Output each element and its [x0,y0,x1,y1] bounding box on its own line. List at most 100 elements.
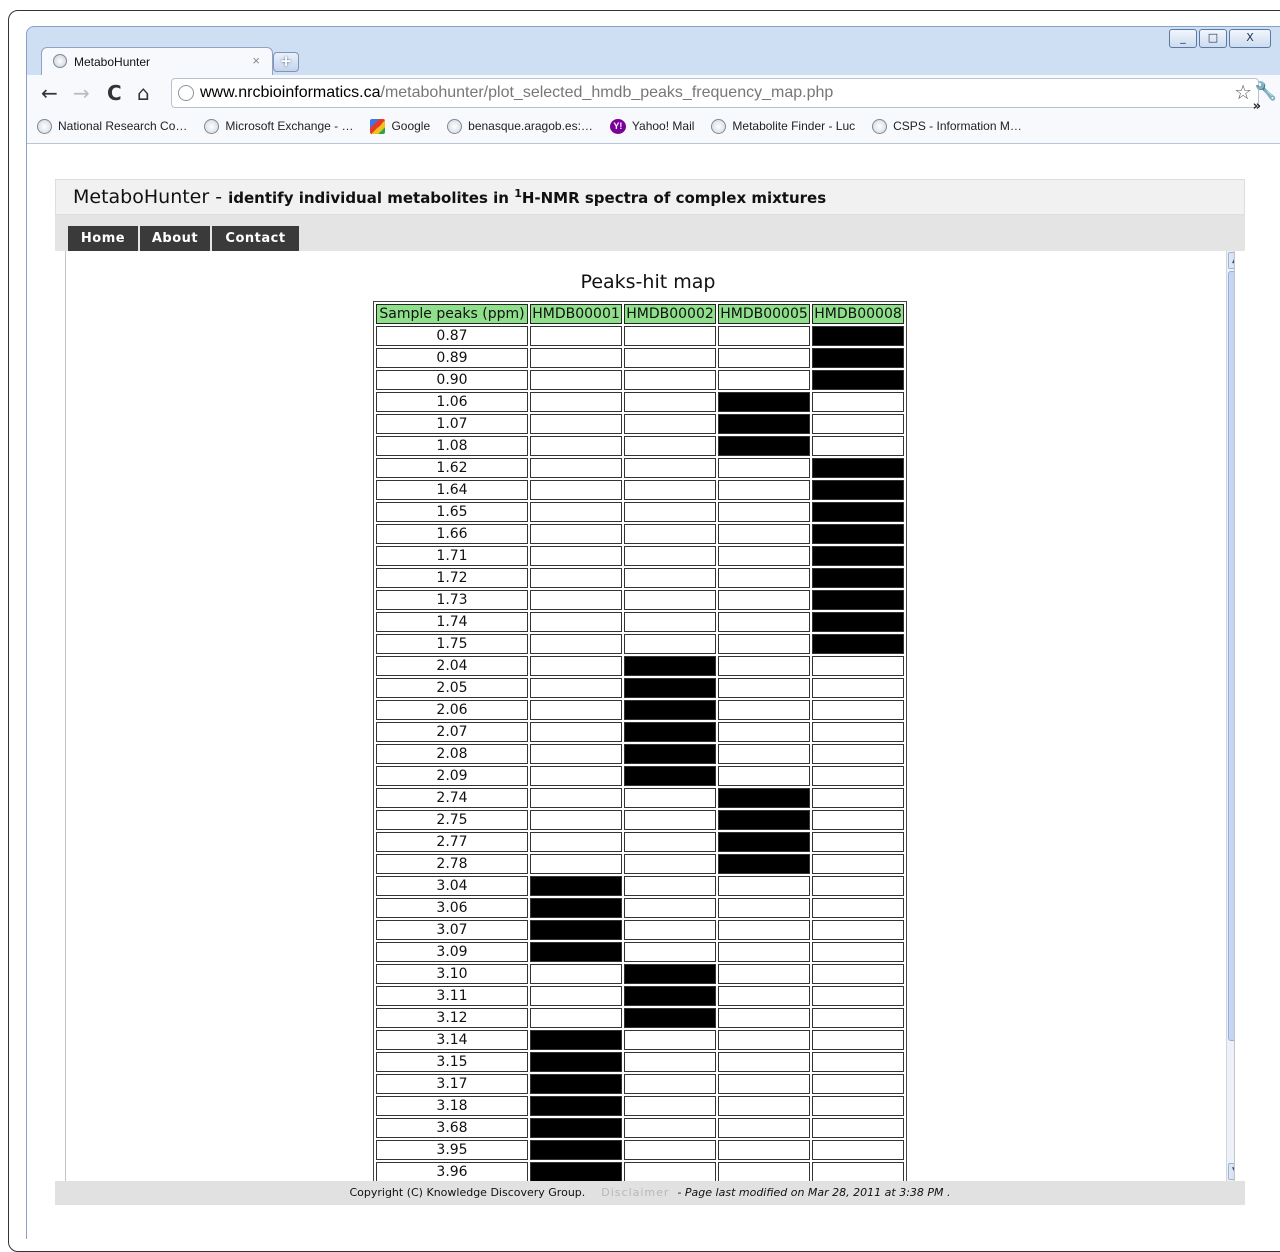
nav-about[interactable]: About [140,226,210,252]
hit-cell [624,766,716,786]
empty-cell [718,744,810,764]
empty-cell [624,634,716,654]
page-title: Peaks-hit map [580,271,716,293]
minimize-button[interactable]: _ [1169,29,1197,48]
tagline-superscript: 1 [514,187,522,200]
empty-cell [812,1140,904,1160]
empty-cell [718,766,810,786]
table-row: 2.74 [376,788,904,808]
empty-cell [718,876,810,896]
bookmark-item[interactable]: Metabolite Finder - Luc [711,118,855,134]
scroll-down-icon[interactable]: ▼ [1228,1163,1234,1180]
empty-cell [624,590,716,610]
scrollbar-thumb[interactable] [1228,271,1234,1041]
empty-cell [624,898,716,918]
empty-cell [718,678,810,698]
peak-ppm-cell: 3.14 [376,1030,528,1050]
empty-cell [530,766,622,786]
empty-cell [530,964,622,984]
empty-cell [812,964,904,984]
empty-cell [812,1008,904,1028]
empty-cell [718,1008,810,1028]
bookmark-star-icon[interactable]: ☆ [1234,79,1252,107]
back-arrow-icon[interactable]: ← [41,81,58,105]
empty-cell [624,788,716,808]
hit-cell [718,392,810,412]
hit-cell [718,832,810,852]
bookmarks-more-icon[interactable]: » [1253,99,1261,114]
globe-icon [872,118,888,134]
peak-ppm-cell: 1.72 [376,568,528,588]
table-row: 3.14 [376,1030,904,1050]
empty-cell [718,722,810,742]
tagline-pre: identify individual metabolites in [228,189,515,207]
table-row: 3.06 [376,898,904,918]
nav-home[interactable]: Home [68,226,138,252]
empty-cell [718,1030,810,1050]
nav-contact[interactable]: Contact [212,226,299,252]
empty-cell [718,1118,810,1138]
bookmark-item[interactable]: Google [370,118,430,134]
bookmark-item[interactable]: National Research Co… [37,118,187,134]
peak-ppm-cell: 2.05 [376,678,528,698]
copyright-text: Copyright (C) Knowledge Discovery Group. [349,1186,586,1199]
empty-cell [624,326,716,346]
table-row: 2.78 [376,854,904,874]
empty-cell [624,612,716,632]
empty-cell [718,898,810,918]
site-name: MetaboHunter [73,186,210,208]
hit-cell [624,1008,716,1028]
hit-cell [812,634,904,654]
bookmark-item[interactable]: benasque.aragob.es:… [447,118,593,134]
empty-cell [530,546,622,566]
maximize-button[interactable]: □ [1199,29,1227,48]
hit-cell [812,612,904,632]
table-body: 0.87 0.89 0.90 1.06 1.07 1.08 1.62 1.64 1.65 1.66… [376,326,904,1181]
empty-cell [530,502,622,522]
tagline-post: H-NMR spectra of complex mixtures [521,189,827,207]
table-row: 3.17 [376,1074,904,1094]
empty-cell [530,392,622,412]
forward-arrow-icon[interactable]: → [73,81,90,105]
peak-ppm-cell: 3.04 [376,876,528,896]
table-row: 3.04 [376,876,904,896]
peak-ppm-cell: 1.66 [376,524,528,544]
scroll-up-icon[interactable]: ▲ [1228,252,1234,269]
hit-cell [812,326,904,346]
url-host: www.nrcbioinformatics.ca [200,84,381,101]
column-header: HMDB00002 [624,304,716,324]
empty-cell [530,656,622,676]
close-window-button[interactable]: X [1229,29,1271,48]
new-tab-button[interactable]: + [273,52,299,72]
bookmark-item[interactable]: Y! Yahoo! Mail [609,118,694,134]
hit-cell [812,480,904,500]
bookmark-item[interactable]: CSPS - Information M… [872,118,1022,134]
site-footer: Copyright (C) Knowledge Discovery Group.… [55,1181,1245,1205]
vertical-scrollbar[interactable]: ▲ ▼ [1226,251,1234,1181]
peak-ppm-cell: 1.65 [376,502,528,522]
home-icon[interactable]: ⌂ [137,81,150,105]
hit-cell [530,1074,622,1094]
empty-cell [718,546,810,566]
table-row: 0.89 [376,348,904,368]
hit-cell [530,1118,622,1138]
disclaimer-link[interactable]: Disclaimer [601,1186,669,1199]
empty-cell [718,634,810,654]
empty-cell [718,1052,810,1072]
peak-ppm-cell: 1.73 [376,590,528,610]
empty-cell [624,370,716,390]
browser-tab[interactable]: MetaboHunter × [41,47,273,76]
tab-close-icon[interactable]: × [252,53,260,68]
empty-cell [812,766,904,786]
table-row: 2.07 [376,722,904,742]
reload-icon[interactable]: C [107,81,122,105]
peak-ppm-cell: 0.90 [376,370,528,390]
hit-cell [530,920,622,940]
empty-cell [812,898,904,918]
empty-cell [530,414,622,434]
hit-cell [812,458,904,478]
address-bar[interactable]: www.nrcbioinformatics.ca/metabohunter/pl… [171,78,1259,108]
empty-cell [624,876,716,896]
bookmark-item[interactable]: Microsoft Exchange - … [204,118,353,134]
empty-cell [812,920,904,940]
